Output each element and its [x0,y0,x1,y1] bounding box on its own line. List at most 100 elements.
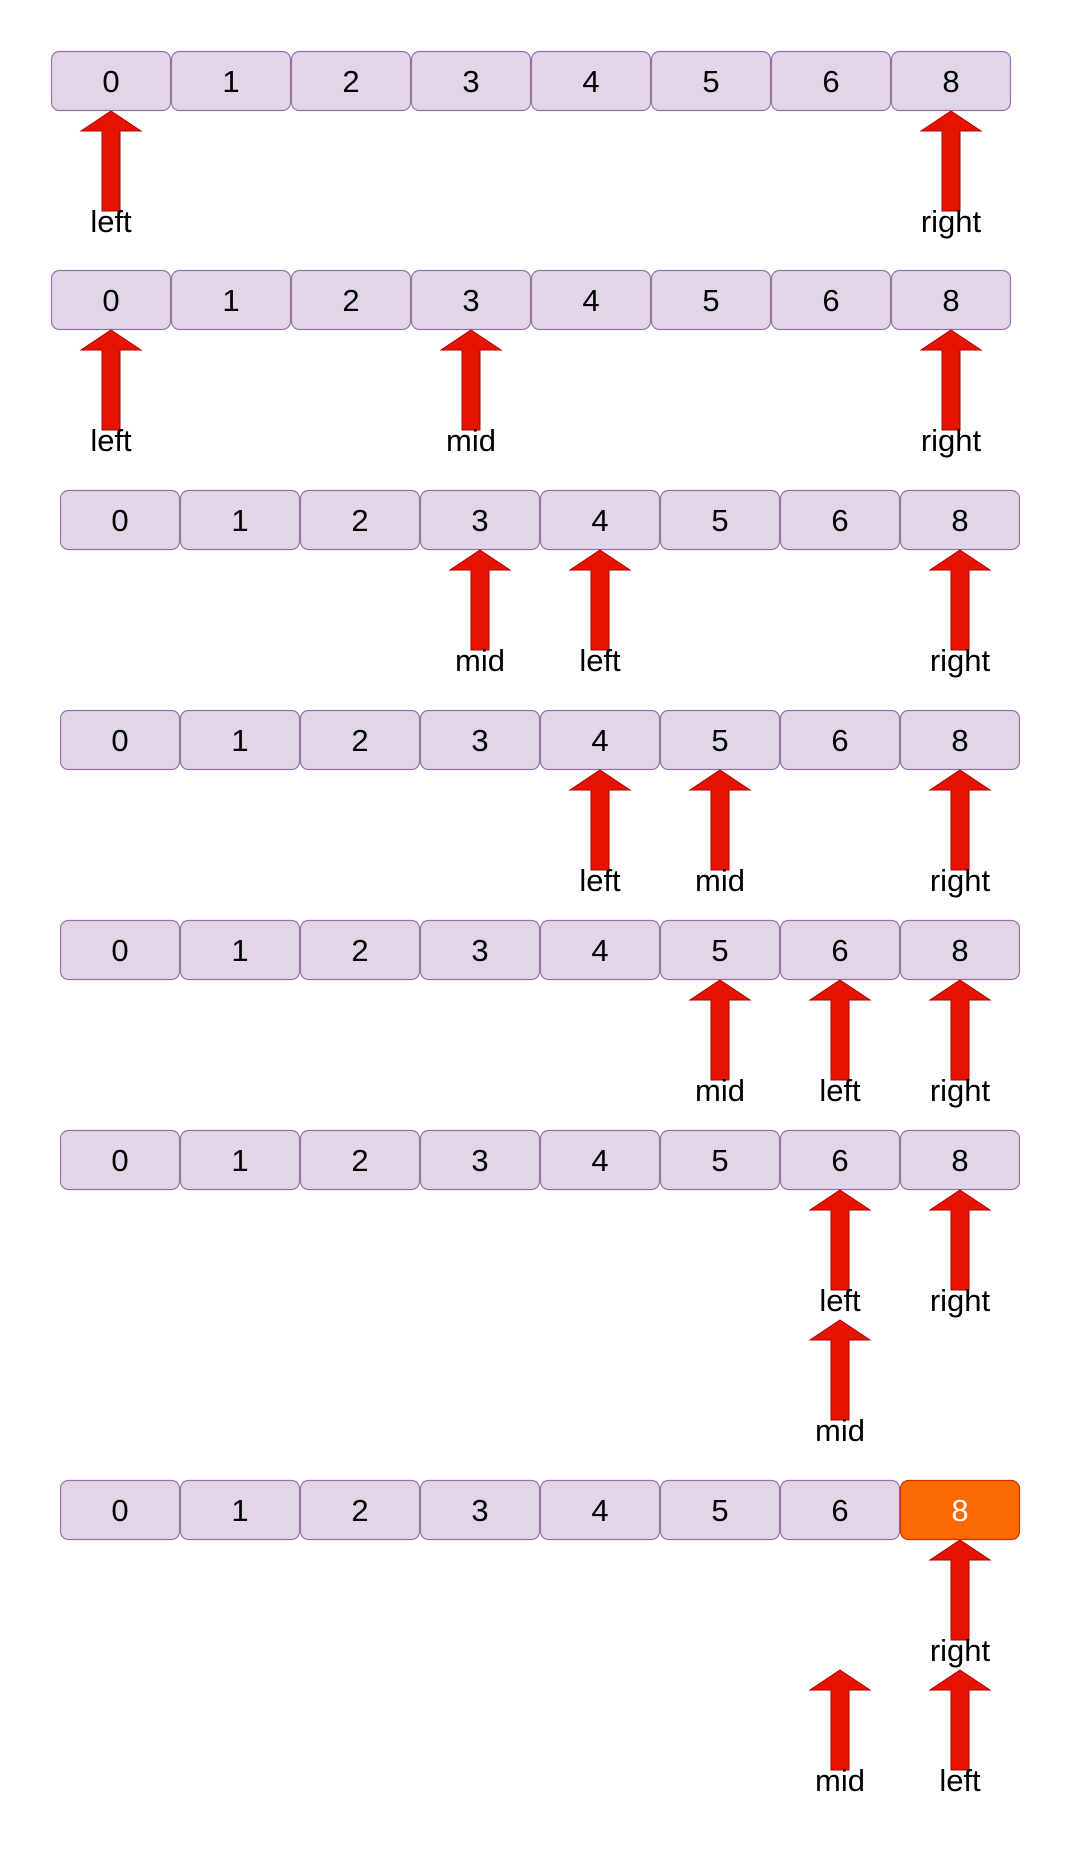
pointer-mid: mid [808,1669,872,1798]
arrow-up-icon [919,329,983,431]
cell-value: 5 [711,723,728,758]
step-7: 0 1 2 3 4 5 6 8 right mid left [59,1479,1021,1798]
cell-value: 6 [831,1493,848,1528]
step-6: 0 1 2 3 4 5 6 8 left right mid [59,1129,1021,1448]
step-4: 0 1 2 3 4 5 6 8 left mid right [59,709,1021,898]
step-3: 0 1 2 3 4 5 6 8 mid left right [59,489,1021,678]
cell-value: 8 [951,1493,968,1528]
array-cell: 0 [59,919,181,981]
cell-value: 3 [471,933,488,968]
cell-value: 6 [831,1143,848,1178]
pointer-label: left [579,863,621,898]
arrow-up-icon [808,979,872,1081]
pointer-label: right [921,204,982,239]
cell-value: 6 [822,283,839,318]
cell-value: 5 [711,1143,728,1178]
cell-value: 2 [351,933,368,968]
pointer-label: left [90,423,132,458]
array-cell: 4 [539,919,661,981]
pointer-mid: mid [448,549,512,678]
arrow-up-icon [928,549,992,651]
pointer-label: right [930,1073,991,1108]
cell-value: 0 [111,1143,128,1178]
pointer-label: left [579,643,621,678]
cell-value: 6 [831,933,848,968]
array-cell: 6 [770,50,892,112]
cell-value: 5 [711,503,728,538]
pointer-label: right [930,643,991,678]
cell-value: 4 [591,1143,608,1178]
arrow-up-icon [79,110,143,212]
arrow-up-icon [928,1669,992,1771]
array-cell: 8 [899,489,1021,551]
array-cell: 5 [650,50,772,112]
pointer-label: mid [815,1413,865,1448]
cell-value: 0 [111,723,128,758]
cell-value: 3 [471,503,488,538]
array-cell: 2 [299,489,421,551]
cell-value: 2 [351,723,368,758]
cell-value: 5 [702,64,719,99]
array-cell: 3 [419,489,541,551]
array-cell: 6 [779,919,901,981]
array-cell: 4 [530,269,652,331]
pointer-right: right [919,110,983,239]
array-cell: 4 [530,50,652,112]
cell-value: 0 [102,283,119,318]
array-cell: 2 [299,1479,421,1541]
step-1: 0 1 2 3 4 5 6 8 left right [50,50,1012,239]
cell-value: 8 [942,64,959,99]
array-cell: 8 [899,919,1021,981]
step-2: 0 1 2 3 4 5 6 8 left mid right [50,269,1012,458]
array-cell: 8 [890,50,1012,112]
pointer-label: left [819,1283,861,1318]
array-cell: 1 [170,269,292,331]
arrow-up-icon [808,1319,872,1421]
pointer-label: right [930,863,991,898]
cell-value: 4 [591,933,608,968]
pointer-left: left [928,1669,992,1798]
array-cell: 6 [770,269,892,331]
pointer-left: left [568,769,632,898]
arrow-up-icon [688,769,752,871]
cell-value: 3 [462,64,479,99]
array-cell: 8 [899,709,1021,771]
pointer-left: left [568,549,632,678]
arrow-up-icon [688,979,752,1081]
pointer-right: right [928,1539,992,1668]
cell-value: 1 [231,723,248,758]
array-cell: 0 [59,1129,181,1191]
cell-value: 4 [582,283,599,318]
pointer-mid: mid [808,1319,872,1448]
cell-value: 4 [591,503,608,538]
array-cell: 8 [890,269,1012,331]
cell-value: 8 [951,723,968,758]
arrow-up-icon [919,110,983,212]
array-cell: 3 [419,709,541,771]
array-cell: 1 [179,919,301,981]
cell-value: 8 [951,1143,968,1178]
array-cell: 6 [779,1129,901,1191]
pointer-left: left [79,329,143,458]
pointer-right: right [928,549,992,678]
pointer-left: left [808,1189,872,1318]
cell-value: 6 [831,723,848,758]
pointer-label: mid [815,1763,865,1798]
array-cell: 1 [179,1129,301,1191]
cell-value: 5 [702,283,719,318]
array-cell: 5 [659,919,781,981]
pointer-label: mid [446,423,496,458]
pointer-mid: mid [439,329,503,458]
pointer-right: right [928,1189,992,1318]
cell-value: 4 [591,723,608,758]
array-cell: 3 [419,1129,541,1191]
arrow-up-icon [79,329,143,431]
cell-value: 1 [222,64,239,99]
array-cell: 5 [659,1129,781,1191]
cell-value: 8 [942,283,959,318]
array-cell: 1 [179,709,301,771]
pointer-left: left [79,110,143,239]
array-cell: 8 [899,1129,1021,1191]
cell-value: 2 [351,1493,368,1528]
pointer-left: left [808,979,872,1108]
